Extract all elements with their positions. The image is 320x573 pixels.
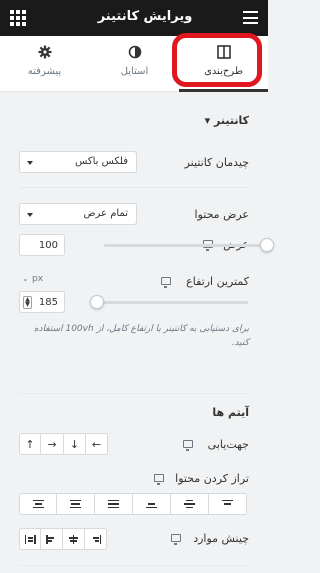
direction-column-button[interactable]: ↓: [64, 433, 86, 455]
align-start-button[interactable]: [85, 528, 107, 550]
direction-column-reverse-button[interactable]: ↑: [19, 433, 41, 455]
panel-title: ویرایش کانتینر: [97, 9, 193, 24]
tab-advanced[interactable]: پیشرفته: [0, 36, 89, 92]
desktop-icon[interactable]: [154, 474, 164, 485]
tab-advanced-label: پیشرفته: [27, 66, 62, 77]
section-container-title[interactable]: کانتینر ▾: [205, 114, 249, 127]
content-width-label: عرض محتوا: [194, 208, 249, 221]
number-spinner-icon[interactable]: ▲ ▼: [23, 296, 32, 309]
align-end-button[interactable]: [41, 528, 63, 550]
half-circle-icon: [128, 45, 141, 59]
direction-button-group: ↑ → ↓ ←: [19, 433, 108, 455]
width-slider-track[interactable]: [104, 244, 260, 247]
min-height-slider-track[interactable]: [92, 301, 248, 304]
divider: [19, 393, 249, 394]
align-center-button[interactable]: [63, 528, 85, 550]
desktop-icon[interactable]: [161, 277, 171, 288]
divider: [19, 187, 249, 188]
divider: [19, 565, 249, 566]
justify-center-icon: [184, 499, 195, 509]
desktop-icon[interactable]: [183, 440, 193, 451]
editor-header: ویرایش کانتینر: [0, 0, 268, 36]
highlight-annotation: [172, 33, 262, 87]
content-width-select[interactable]: تمام عرض: [19, 203, 137, 225]
hamburger-menu-icon[interactable]: [243, 11, 258, 24]
min-height-input[interactable]: 185 ▲ ▼: [19, 291, 65, 313]
min-height-unit-select[interactable]: px: [32, 274, 43, 284]
min-height-slider-knob[interactable]: [90, 295, 104, 309]
justify-space-between-button[interactable]: [95, 493, 133, 515]
widgets-grid-icon[interactable]: [10, 10, 26, 26]
justify-content-button-group: [19, 493, 247, 515]
justify-end-icon: [146, 500, 157, 509]
gear-icon: [38, 45, 51, 59]
justify-space-around-icon: [70, 499, 81, 509]
align-center-icon: [68, 534, 79, 544]
tab-style[interactable]: استایل: [90, 36, 179, 92]
desktop-icon[interactable]: [171, 534, 181, 545]
justify-start-button[interactable]: [209, 493, 247, 515]
min-height-label: کمترین ارتفاع: [186, 275, 249, 288]
min-height-description: برای دستیابی به کانتینر با ارتفاع کامل، …: [33, 324, 249, 348]
align-stretch-button[interactable]: [19, 528, 41, 550]
justify-space-around-button[interactable]: [57, 493, 95, 515]
caret-down-icon: [27, 213, 33, 217]
section-items-title: آیتم ها: [212, 406, 249, 419]
caret-down-icon: ▾: [204, 114, 211, 127]
align-end-icon: [46, 534, 57, 544]
justify-space-evenly-icon: [32, 499, 44, 509]
width-slider-knob[interactable]: [260, 238, 274, 252]
active-tab-indicator: [179, 89, 268, 92]
justify-center-button[interactable]: [171, 493, 209, 515]
tab-style-label: استایل: [120, 66, 149, 77]
align-items-label: چینش موارد: [193, 532, 249, 545]
direction-row-reverse-button[interactable]: ←: [86, 433, 108, 455]
container-type-select[interactable]: فلکس باکس: [19, 151, 137, 173]
justify-end-button[interactable]: [133, 493, 171, 515]
align-stretch-icon: [24, 534, 36, 544]
container-type-label: چیدمان کانتینر: [184, 156, 249, 169]
align-start-icon: [90, 534, 101, 544]
chevron-down-icon: ⌄: [22, 274, 29, 283]
justify-space-between-icon: [108, 499, 119, 509]
direction-label: جهت‌یابی: [207, 438, 249, 451]
align-items-button-group: [19, 528, 107, 550]
justify-start-icon: [222, 499, 233, 509]
justify-content-label: تراز کردن محتوا: [175, 472, 249, 485]
justify-space-evenly-button[interactable]: [19, 493, 57, 515]
caret-down-icon: [27, 161, 33, 165]
width-input[interactable]: 100: [19, 234, 65, 256]
direction-row-button[interactable]: →: [41, 433, 64, 455]
